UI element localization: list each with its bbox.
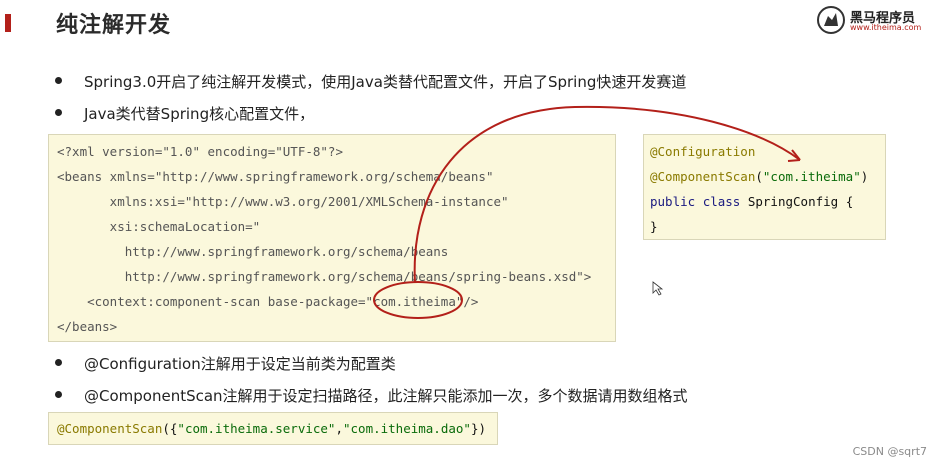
annotation-arrow xyxy=(413,105,801,284)
mouse-cursor-icon xyxy=(652,281,664,296)
annotation-overlay xyxy=(373,105,801,319)
watermark: CSDN @sqrt7 xyxy=(852,445,927,458)
highlight-circle xyxy=(373,281,463,319)
